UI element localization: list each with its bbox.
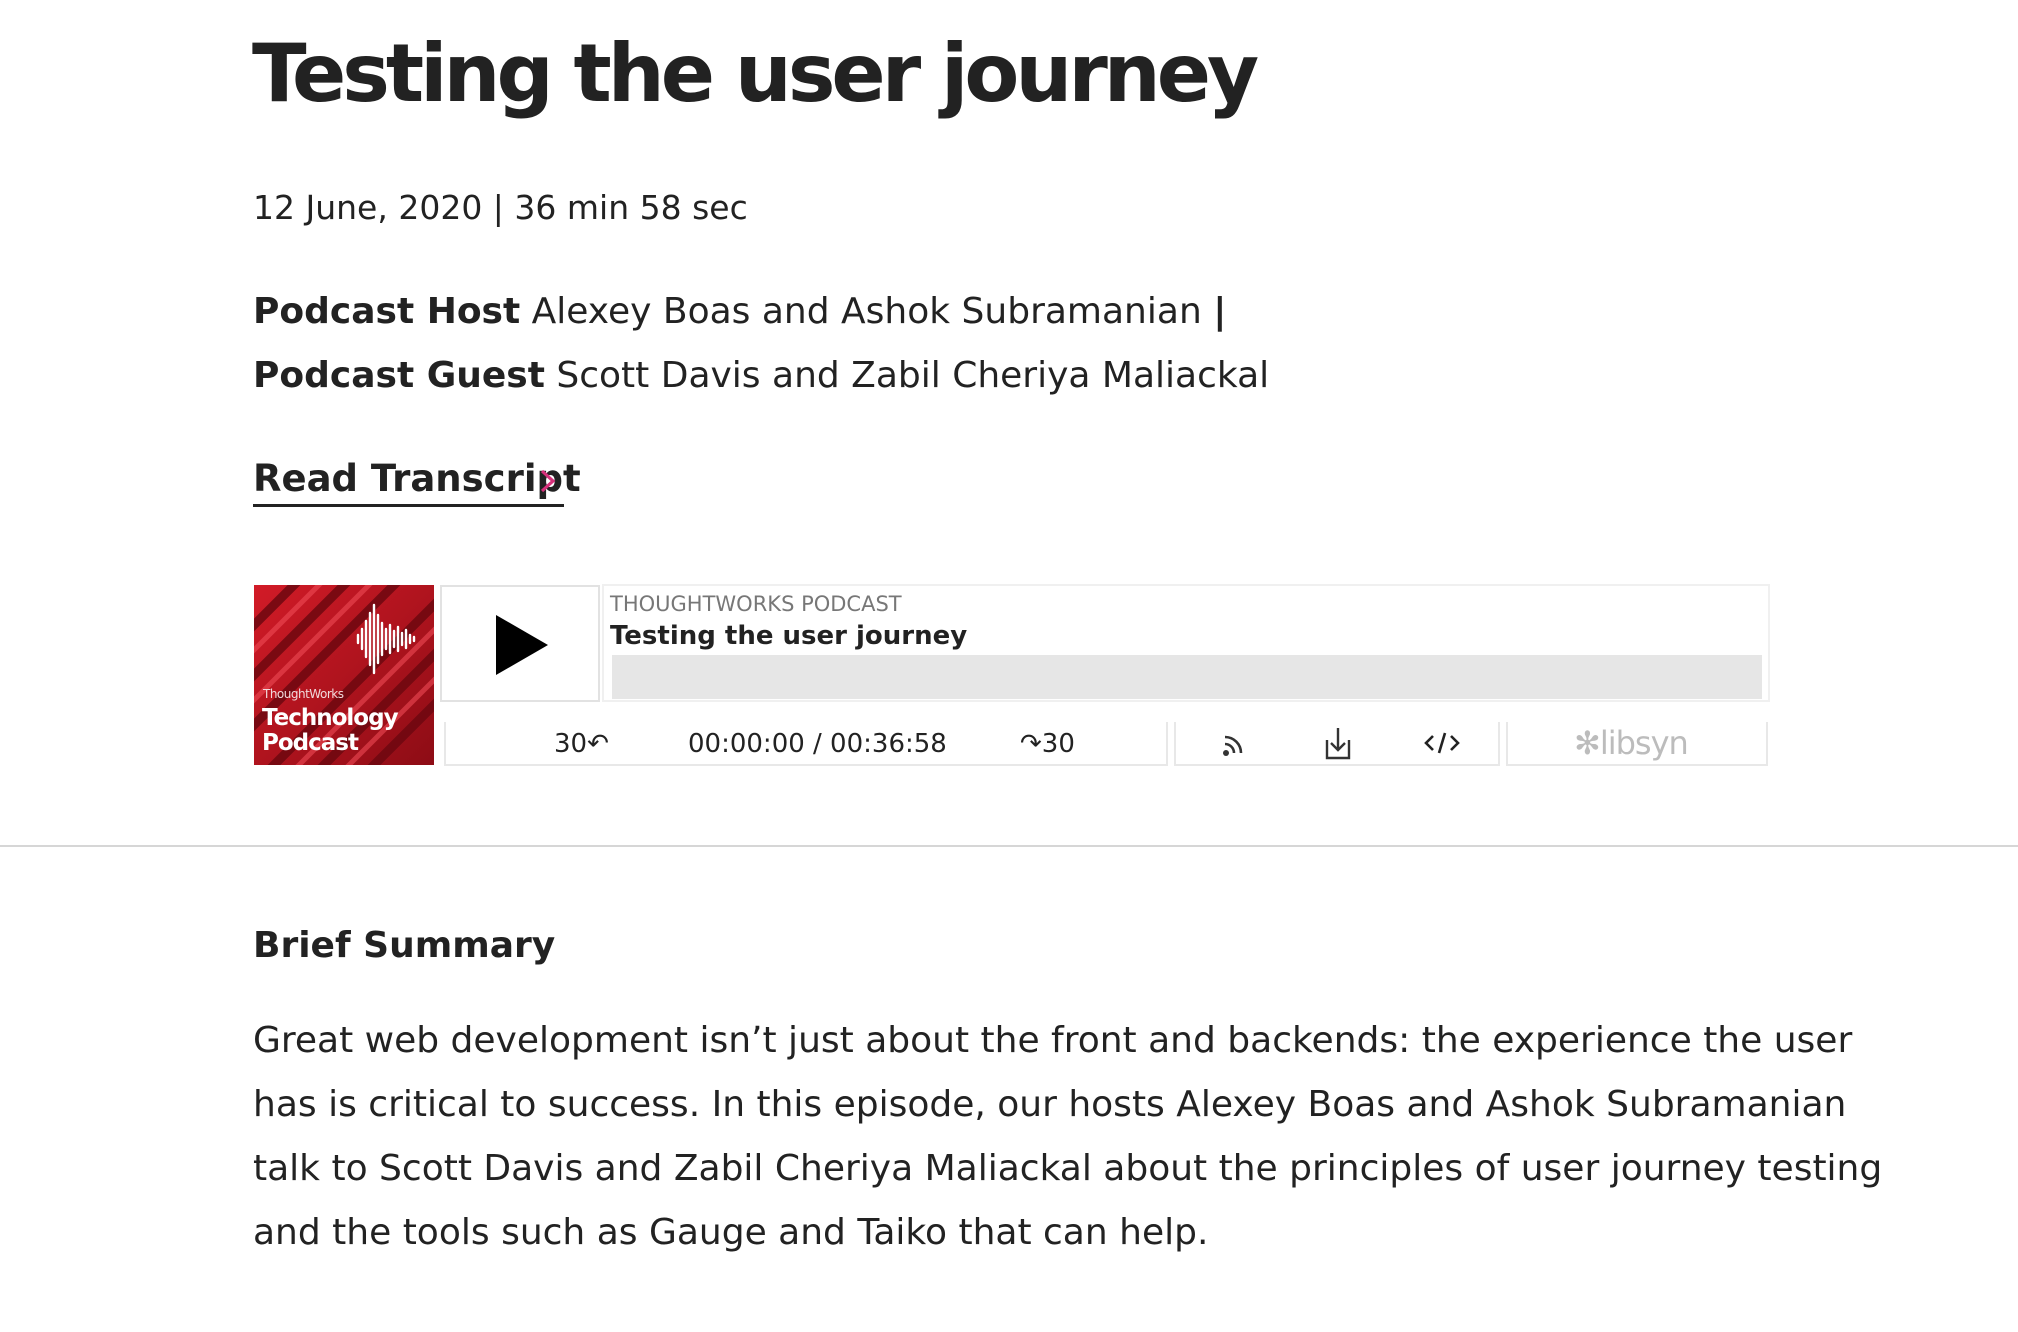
libsyn-brand-box[interactable]: ✻libsyn bbox=[1506, 722, 1768, 766]
summary-body: Great web development isn’t just about t… bbox=[253, 1009, 1883, 1265]
podcast-guest-names: Scott Davis and Zabil Cheriya Maliackal bbox=[556, 355, 1270, 396]
podcast-host-label: Podcast Host bbox=[253, 291, 521, 332]
podcast-host-line: Podcast Host Alexey Boas and Ashok Subra… bbox=[253, 288, 1226, 336]
skip-back-button[interactable]: 30↶ bbox=[554, 728, 609, 760]
progress-bar[interactable] bbox=[612, 655, 1762, 699]
chevron-right-icon bbox=[540, 469, 556, 493]
libsyn-mark-icon: ✻ bbox=[1574, 724, 1601, 762]
podcast-host-names: Alexey Boas and Ashok Subramanian bbox=[531, 291, 1202, 332]
play-button[interactable] bbox=[440, 585, 600, 702]
podcast-cover-art: ThoughtWorks Technology Podcast bbox=[254, 585, 434, 765]
cover-title-text: Technology Podcast bbox=[262, 705, 399, 756]
playback-controls: 30↶ 00:00:00 / 00:36:58 ↷30 bbox=[444, 722, 1168, 766]
embed-code-icon[interactable] bbox=[1422, 724, 1462, 764]
cover-title-line-1: Technology bbox=[262, 705, 399, 731]
cover-brand-text: ThoughtWorks bbox=[263, 687, 344, 701]
podcast-name: THOUGHTWORKS PODCAST bbox=[610, 592, 902, 616]
section-divider bbox=[0, 845, 2018, 847]
time-readout: 00:00:00 / 00:36:58 bbox=[688, 729, 947, 759]
play-icon bbox=[496, 615, 548, 675]
player-tools bbox=[1174, 722, 1500, 766]
libsyn-logo: ✻libsyn bbox=[1574, 724, 1689, 762]
summary-line: talk to Scott Davis and Zabil Cheriya Ma… bbox=[253, 1148, 1883, 1189]
credit-separator: | bbox=[1213, 291, 1227, 332]
summary-line: has is critical to success. In this epis… bbox=[253, 1084, 1847, 1125]
read-transcript-link[interactable]: Read Transcript bbox=[253, 456, 581, 507]
read-transcript-label: Read Transcript bbox=[253, 457, 581, 500]
episode-meta: 12 June, 2020 | 36 min 58 sec bbox=[253, 188, 748, 227]
summary-line: and the tools such as Gauge and Taiko th… bbox=[253, 1212, 1209, 1253]
summary-heading: Brief Summary bbox=[253, 925, 556, 966]
podcast-guest-line: Podcast Guest Scott Davis and Zabil Cher… bbox=[253, 352, 1269, 400]
podcast-guest-label: Podcast Guest bbox=[253, 355, 545, 396]
cover-title-line-2: Podcast bbox=[262, 730, 359, 756]
summary-line: Great web development isn’t just about t… bbox=[253, 1020, 1853, 1061]
skip-forward-button[interactable]: ↷30 bbox=[1020, 728, 1075, 760]
rss-icon[interactable] bbox=[1214, 724, 1254, 764]
page-title: Testing the user journey bbox=[252, 27, 1259, 120]
libsyn-wordmark: libsyn bbox=[1599, 724, 1689, 762]
download-icon[interactable] bbox=[1318, 724, 1358, 764]
podcast-player: ThoughtWorks Technology Podcast THOUGHTW… bbox=[254, 584, 1770, 766]
player-episode-title: Testing the user journey bbox=[610, 621, 968, 651]
